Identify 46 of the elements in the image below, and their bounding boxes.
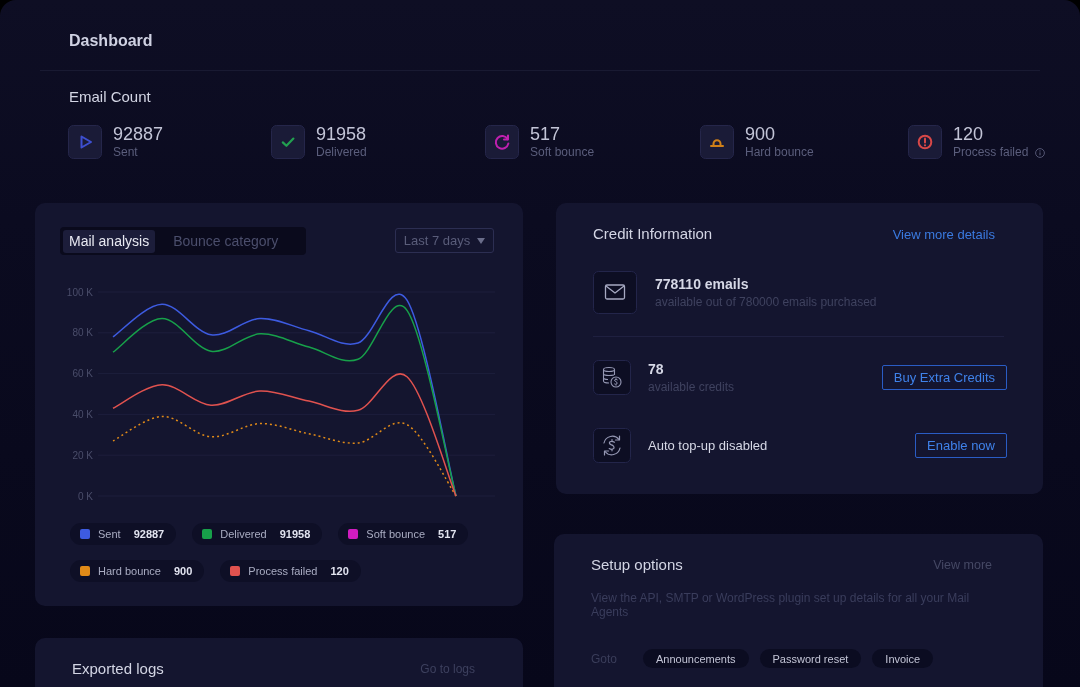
card-title: Setup options xyxy=(591,556,683,574)
enable-button[interactable]: Enable now xyxy=(915,433,1007,458)
shortcut-chip[interactable]: Password reset xyxy=(759,649,862,668)
dollar-cycle-icon xyxy=(593,428,631,463)
play-icon xyxy=(68,125,102,159)
view-details-link[interactable]: View more details xyxy=(892,226,995,242)
legend-value: 900 xyxy=(174,565,193,577)
alert-icon xyxy=(908,125,942,159)
stat-label: Sent xyxy=(113,145,138,160)
arch-icon xyxy=(700,125,734,159)
legend-label: Process failed xyxy=(248,565,318,577)
credit-value: 778110 emails xyxy=(655,275,750,293)
stat-label: Hard bounce xyxy=(745,145,814,160)
date-range-dropdown[interactable]: Last 7 days xyxy=(395,228,494,253)
stat-value: 92887 xyxy=(113,123,164,145)
stat-value: 91958 xyxy=(316,123,367,145)
info-icon[interactable] xyxy=(1035,147,1046,158)
legend-value: 92887 xyxy=(133,528,165,540)
refresh-icon xyxy=(485,125,519,159)
tab[interactable]: Mail analysis xyxy=(63,229,156,253)
coin-stack-icon xyxy=(593,360,631,395)
card-title: Exported logs xyxy=(72,660,164,678)
legend-label: Sent xyxy=(98,528,121,540)
buy-credits-button[interactable]: Buy Extra Credits xyxy=(881,365,1007,390)
shortcut-chip[interactable]: Invoice xyxy=(872,649,934,668)
envelope-icon xyxy=(593,271,637,314)
page-title: Dashboard xyxy=(69,32,153,49)
card-title: Credit Information xyxy=(593,225,713,243)
legend-value: 120 xyxy=(330,565,349,577)
legend-label: Delivered xyxy=(220,528,267,540)
credit-value: Auto top-up disabled xyxy=(648,437,768,454)
legend-value: 91958 xyxy=(279,528,311,540)
section-title: Email Count xyxy=(69,88,151,106)
legend-value: 517 xyxy=(438,528,457,540)
stat-label: Process failed xyxy=(953,145,1029,160)
credit-value: 78 xyxy=(648,360,665,378)
legend-label: Hard bounce xyxy=(98,565,161,577)
stat-value: 517 xyxy=(530,123,562,145)
stat-label: Delivered xyxy=(316,145,367,160)
checkmark-icon xyxy=(271,125,305,159)
tab[interactable]: Bounce category xyxy=(167,229,285,253)
stat-label: Soft bounce xyxy=(530,145,595,160)
stat-value: 900 xyxy=(745,123,777,145)
shortcut-chip[interactable]: Announcements xyxy=(643,649,749,668)
caret-icon xyxy=(477,237,486,244)
stat-value: 120 xyxy=(953,123,985,145)
